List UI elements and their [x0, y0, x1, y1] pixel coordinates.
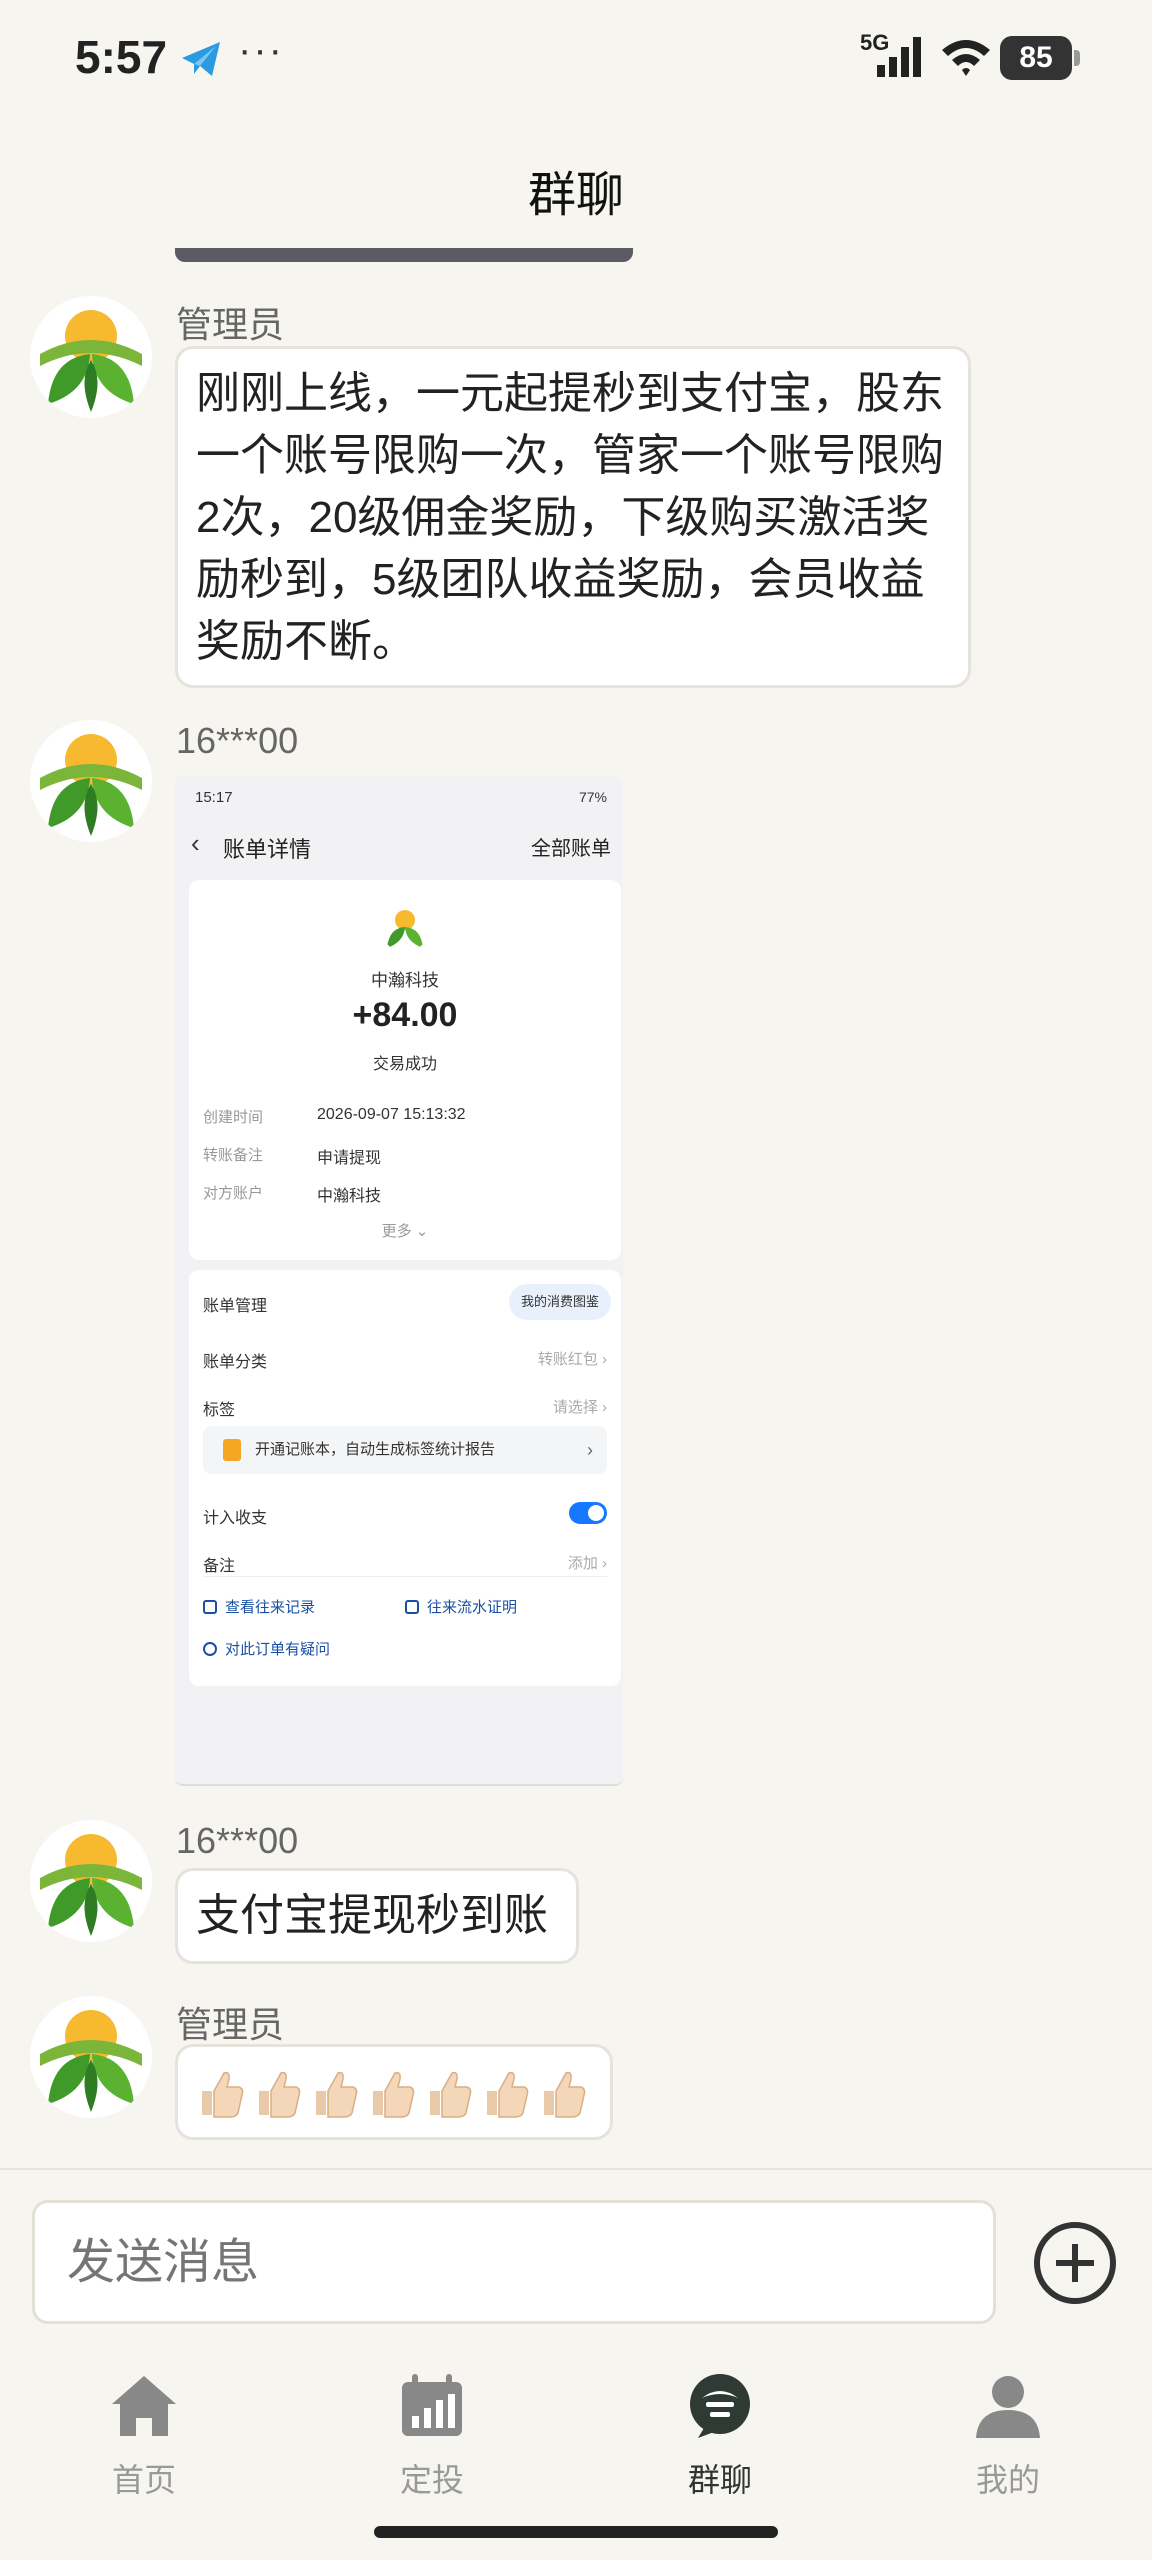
thumbs-up-icon [430, 2071, 472, 2118]
tab-label: 首页 [111, 2462, 176, 2498]
previous-message-edge [175, 248, 633, 262]
home-indicator [374, 2526, 778, 2538]
proof-icon [405, 1600, 419, 1614]
image-message[interactable]: 15:17 77% ‹ 账单详情 全部账单 中瀚科技 +84.00 交易成功 创… [175, 776, 623, 1786]
question-icon [203, 1642, 217, 1656]
tag-label: 标签 [203, 1402, 236, 1419]
bookkeeping-tip: 开通记账本，自动生成标签统计报告 › [203, 1426, 607, 1474]
home-icon [112, 2376, 176, 2436]
leaf-logo-icon [30, 296, 152, 418]
row-label: 转账备注 [203, 1147, 264, 1164]
tab-label: 群聊 [687, 2462, 752, 2498]
more-notifications: ··· [238, 28, 284, 72]
proof-text: 往来流水证明 [427, 1599, 518, 1616]
row-label: 创建时间 [203, 1109, 264, 1126]
row-value: 中瀚科技 [317, 1188, 382, 1205]
shot-title: 账单详情 [223, 837, 312, 862]
question-link: 对此订单有疑问 [203, 1638, 330, 1659]
tab-home[interactable]: 首页 [54, 2370, 234, 2501]
thumbs-up-icon [202, 2071, 244, 2118]
history-link: 查看往来记录 [203, 1596, 315, 1617]
merchant-logo-icon [381, 904, 429, 952]
shot-status-time: 15:17 [195, 789, 233, 806]
leaf-logo-icon [30, 720, 152, 842]
history-text: 查看往来记录 [225, 1599, 316, 1616]
message-bubble[interactable]: 支付宝提现秒到账 [175, 1868, 579, 1964]
question-text: 对此订单有疑问 [225, 1641, 331, 1658]
merchant-name: 中瀚科技 [371, 971, 439, 990]
status-time: 5:57 [75, 31, 168, 83]
bill-manage-card: 账单管理 我的消费图鉴 账单分类 转账红包 › 标签 请选择 › 开通记账本，自… [189, 1270, 621, 1686]
note-label: 备注 [203, 1558, 236, 1575]
thumbs-up-icon [544, 2071, 586, 2118]
avatar[interactable] [30, 1820, 152, 1942]
page-title: 群聊 [527, 169, 624, 222]
thumbs-up-icon [259, 2071, 301, 2118]
tab-invest[interactable]: 定投 [342, 2370, 522, 2501]
manage-title: 账单管理 [203, 1298, 268, 1315]
emoji-message-bubble[interactable] [175, 2044, 613, 2140]
income-toggle [569, 1502, 607, 1524]
battery-indicator: 85 [1000, 36, 1080, 80]
tab-label: 我的 [975, 2462, 1040, 2498]
leaf-logo-icon [30, 1996, 152, 2118]
bill-detail-card: 中瀚科技 +84.00 交易成功 创建时间 2026-09-07 15:13:3… [189, 880, 621, 1260]
avatar[interactable] [30, 296, 152, 418]
thumbs-up-icon [373, 2071, 415, 2118]
leaf-logo-icon [30, 1820, 152, 1942]
sender-name: 管理员 [176, 2004, 285, 2045]
more-link: 更多 ⌄ [381, 1223, 429, 1240]
note-value: 添加 › [567, 1555, 607, 1572]
proof-link: 往来流水证明 [405, 1596, 517, 1617]
thumbs-up-icon [487, 2071, 529, 2118]
signal-icon [877, 37, 921, 77]
row-value: 2026-09-07 15:13:32 [317, 1106, 466, 1123]
message-input[interactable] [32, 2200, 996, 2324]
tag-value: 请选择 › [552, 1399, 607, 1416]
record-icon [203, 1600, 217, 1614]
tab-profile[interactable]: 我的 [918, 2370, 1098, 2501]
amount: +84.00 [352, 996, 458, 1034]
sender-name: 16***00 [176, 720, 299, 761]
avatar[interactable] [30, 720, 152, 842]
tab-label: 定投 [399, 2462, 464, 2498]
ledger-icon [223, 1439, 241, 1461]
status-bar: 5:57 ··· 5G 85 [0, 0, 1152, 120]
shot-status-battery: 77% [578, 789, 607, 805]
message-bubble[interactable]: 刚刚上线，一元起提秒到支付宝，股东一个账号限购一次，管家一个账号限购2次，20级… [175, 346, 971, 688]
sender-name: 管理员 [176, 304, 285, 345]
thumbs-up-icon [316, 2071, 358, 2118]
avatar[interactable] [30, 1996, 152, 2118]
row-label: 对方账户 [203, 1185, 264, 1202]
add-attachment-button[interactable] [1034, 2222, 1116, 2304]
tab-group-chat[interactable]: 群聊 [630, 2370, 810, 2501]
calendar-icon [402, 2374, 462, 2436]
tip-text: 开通记账本，自动生成标签统计报告 [255, 1441, 496, 1458]
shot-all-bills: 全部账单 [531, 838, 611, 860]
category-label: 账单分类 [203, 1354, 268, 1371]
profile-icon [976, 2376, 1040, 2438]
consume-chart-pill: 我的消费图鉴 [508, 1284, 611, 1320]
chat-icon [690, 2374, 750, 2438]
transaction-status: 交易成功 [372, 1056, 437, 1073]
back-icon: ‹ [191, 828, 200, 858]
category-value: 转账红包 › [537, 1351, 607, 1368]
divider [203, 1576, 607, 1577]
wifi-icon [942, 40, 990, 76]
telegram-icon [182, 42, 220, 76]
sender-name: 16***00 [176, 1820, 299, 1861]
row-value: 申请提现 [317, 1150, 382, 1167]
income-label: 计入收支 [203, 1510, 268, 1527]
chevron-right-icon: › [587, 1440, 593, 1460]
